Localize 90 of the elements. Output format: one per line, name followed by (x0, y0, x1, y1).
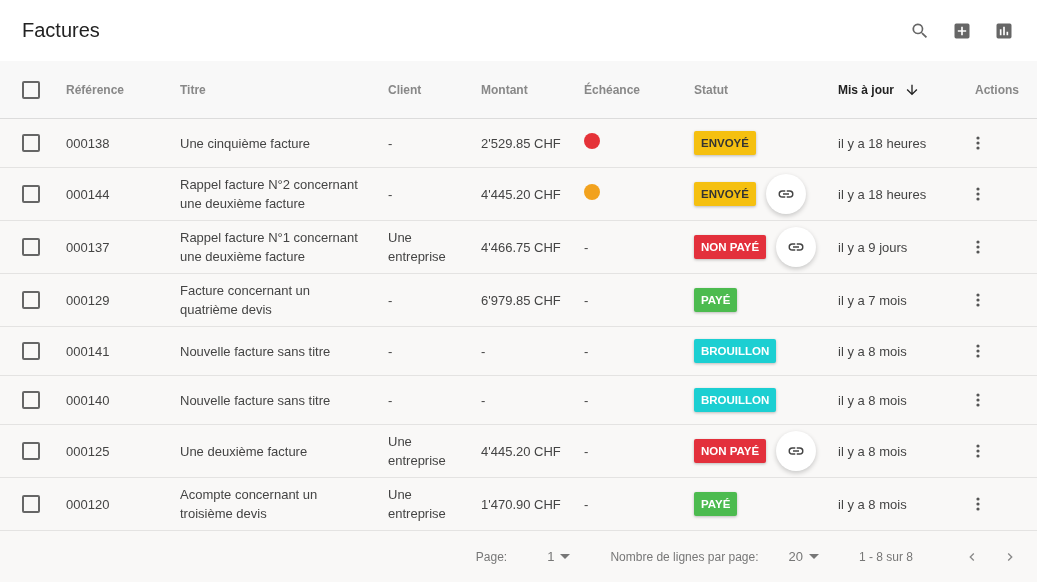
table-cell-text: Rappel facture N°2 concernant une deuxième facture (180, 176, 359, 213)
table-cell-text: il y a 9 jours (838, 238, 909, 257)
table-cell-text: 000141 (66, 342, 111, 361)
table-cell-text: - (481, 391, 487, 410)
table-cell-text: 000129 (66, 291, 111, 310)
table-cell-text: Une entreprise (388, 229, 447, 266)
rows-per-page-label: Nombre de lignes par page: (610, 549, 759, 564)
more-vertical-icon[interactable] (975, 496, 981, 512)
table-cell-text: - (584, 292, 590, 308)
more-vertical-icon[interactable] (975, 186, 981, 202)
status-badge: ENVOYÉ (694, 131, 756, 155)
table-cell-text: 000137 (66, 238, 111, 257)
table-cell-text: Une deuxième facture (180, 442, 309, 461)
link-button[interactable] (776, 227, 817, 267)
more-vertical-icon[interactable] (975, 239, 981, 255)
table-cell-text: - (388, 134, 394, 153)
column-header[interactable]: Mis à jour (838, 82, 894, 97)
table-cell-text: 000125 (66, 442, 111, 461)
table-cell-text: Nouvelle facture sans titre (180, 391, 332, 410)
checkbox[interactable] (22, 291, 40, 309)
column-header[interactable]: Client (388, 82, 422, 97)
table-cell-text: 000120 (66, 495, 111, 514)
link-button[interactable] (776, 431, 817, 471)
table-cell-text: - (388, 391, 394, 410)
status-badge: BROUILLON (694, 339, 777, 363)
more-vertical-icon[interactable] (975, 443, 981, 459)
table-cell-text: il y a 18 heures (838, 134, 928, 153)
more-vertical-icon[interactable] (975, 292, 981, 308)
checkbox[interactable] (22, 391, 40, 409)
status-badge: PAYÉ (694, 288, 738, 312)
table-cell-text: - (584, 443, 590, 459)
table-cell-text: il y a 8 mois (838, 495, 908, 514)
rows-per-page-select[interactable]: 20 (788, 549, 819, 564)
table-cell-text: il y a 18 heures (838, 185, 928, 204)
table-cell-text: Une entreprise (388, 486, 447, 523)
table-cell-text: - (584, 239, 590, 255)
checkbox[interactable] (22, 495, 40, 513)
column-header[interactable]: Statut (694, 82, 728, 97)
status-badge: ENVOYÉ (694, 182, 756, 206)
status-badge: PAYÉ (694, 492, 738, 516)
table-cell-text: il y a 8 mois (838, 442, 908, 461)
caret-icon (808, 554, 819, 559)
table-cell-text: 6'979.85 CHF (481, 291, 562, 310)
more-vertical-icon[interactable] (975, 135, 981, 151)
table-cell-text: Facture concernant un quatrième devis (180, 282, 312, 319)
checkbox[interactable] (22, 442, 40, 460)
table-cell-text: il y a 7 mois (838, 291, 908, 310)
checkbox[interactable] (22, 342, 40, 360)
column-header[interactable]: Titre (180, 82, 206, 97)
column-header[interactable]: Référence (66, 82, 125, 97)
column-header[interactable]: Actions (975, 82, 1019, 97)
more-vertical-icon[interactable] (975, 343, 981, 359)
table-cell-text: - (584, 496, 590, 512)
status-badge: NON PAYÉ (694, 235, 767, 259)
table-cell-text: il y a 8 mois (838, 342, 908, 361)
table-cell-text: Une entreprise (388, 433, 447, 470)
table-cell-text: 4'466.75 CHF (481, 238, 562, 257)
table-cell-text: 000144 (66, 185, 111, 204)
table-cell-text: - (584, 392, 590, 408)
table-cell-text: Nouvelle facture sans titre (180, 342, 332, 361)
table-cell-text: 4'445.20 CHF (481, 185, 562, 204)
table-cell-text: - (388, 185, 394, 204)
table-cell-text: - (388, 342, 394, 361)
checkbox[interactable] (22, 134, 40, 152)
table-cell-text: - (481, 342, 487, 361)
table-cell-text: il y a 8 mois (838, 391, 908, 410)
caret-icon (560, 554, 571, 559)
page-select[interactable]: 1 (547, 549, 571, 564)
table-cell-text: Rappel facture N°1 concernant une deuxième facture (180, 229, 359, 266)
status-badge: BROUILLON (694, 388, 777, 412)
table-cell-text: 000140 (66, 391, 111, 410)
table-cell-text: Acompte concernant un troisième devis (180, 486, 319, 523)
table-cell-text: Une cinquième facture (180, 134, 312, 153)
status-badge: NON PAYÉ (694, 439, 767, 463)
link-button[interactable] (765, 174, 806, 214)
column-header[interactable]: Échéance (584, 82, 641, 97)
page-title: Factures (22, 19, 101, 42)
table-cell-text: 000138 (66, 134, 111, 153)
checkbox[interactable] (22, 238, 40, 256)
checkbox[interactable] (22, 185, 40, 203)
checkbox[interactable] (22, 80, 40, 99)
table-cell-text: 2'529.85 CHF (481, 134, 562, 153)
page-range: 1 - 8 sur 8 (858, 549, 913, 564)
page-label: Page: (475, 549, 508, 564)
table-cell-text: - (388, 291, 394, 310)
table-cell-text: 4'445.20 CHF (481, 442, 562, 461)
table-cell-text: - (584, 343, 590, 359)
table-cell-text: 1'470.90 CHF (481, 495, 562, 514)
more-vertical-icon[interactable] (975, 392, 981, 408)
column-header[interactable]: Montant (481, 82, 528, 97)
